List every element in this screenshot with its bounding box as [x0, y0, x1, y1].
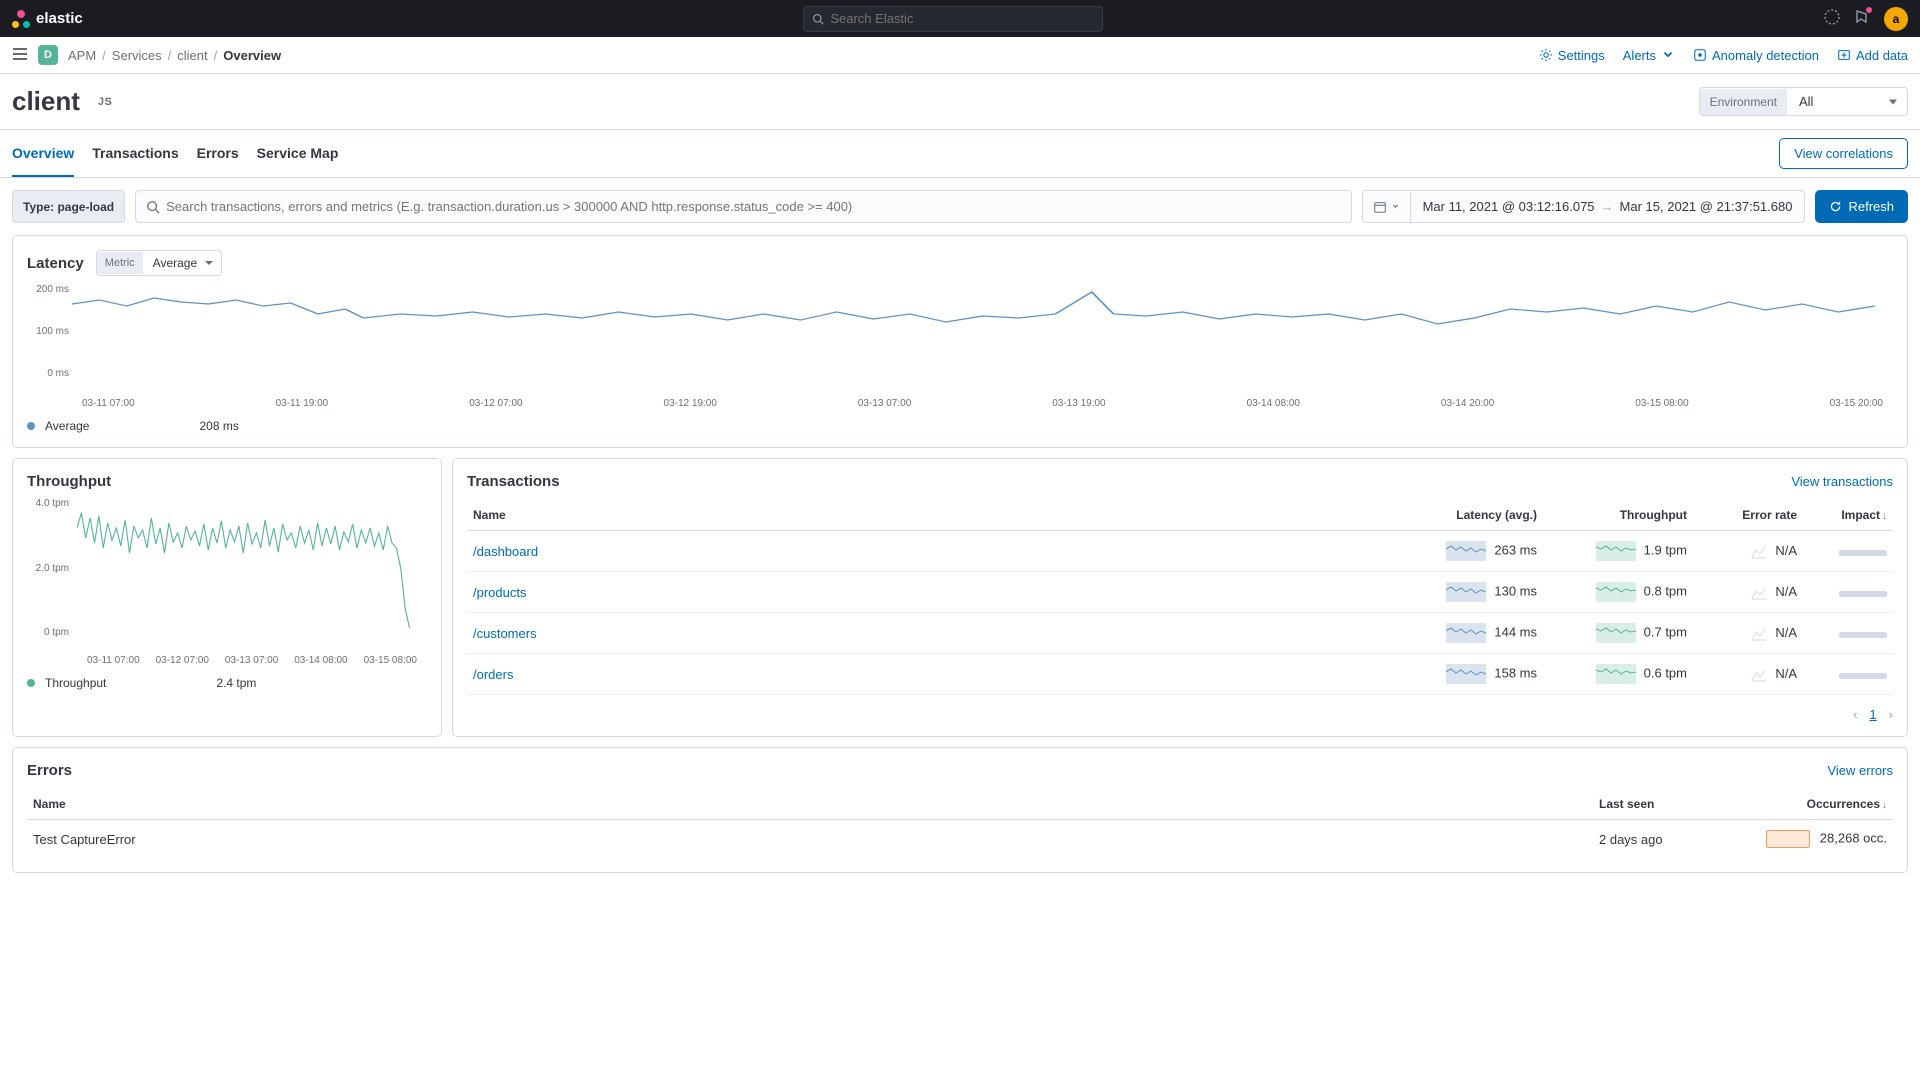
- tabs-row: Overview Transactions Errors Service Map…: [0, 130, 1920, 178]
- sort-desc-icon: ↓: [1882, 800, 1887, 811]
- errors-title: Errors: [27, 762, 72, 779]
- throughput-sparkline: [1596, 664, 1636, 684]
- chevron-down-icon: [1391, 202, 1400, 211]
- page-header: client JS Environment All: [0, 74, 1920, 130]
- latency-chart: 200 ms 100 ms 0 ms: [72, 284, 1893, 394]
- throughput-sparkline: [1596, 623, 1636, 643]
- legend-dot: [27, 679, 35, 687]
- transactions-pagination: ‹ 1 ›: [467, 707, 1893, 722]
- page-number[interactable]: 1: [1869, 707, 1876, 722]
- space-badge[interactable]: D: [38, 45, 58, 65]
- next-page-icon[interactable]: ›: [1889, 707, 1893, 722]
- settings-link[interactable]: Settings: [1539, 48, 1605, 63]
- transaction-link[interactable]: /customers: [473, 626, 537, 641]
- alerts-link[interactable]: Alerts: [1623, 48, 1675, 63]
- env-value: All: [1787, 88, 1907, 115]
- latency-panel: Latency Metric Average 200 ms 100 ms 0 m…: [12, 235, 1908, 448]
- impact-bar: [1839, 550, 1887, 556]
- global-search[interactable]: [803, 6, 1103, 32]
- newsfeed-icon[interactable]: [1854, 9, 1870, 28]
- table-row: /orders 158 ms 0.6 tpm N/A: [467, 654, 1893, 695]
- throughput-legend-label: Throughput: [45, 676, 106, 690]
- date-to: Mar 15, 2021 @ 21:37:51.680: [1620, 199, 1793, 214]
- latency-sparkline: [1446, 664, 1486, 684]
- latency-legend-label: Average: [45, 419, 89, 433]
- breadcrumb-apm[interactable]: APM: [68, 48, 96, 63]
- date-from: Mar 11, 2021 @ 03:12:16.075: [1423, 199, 1595, 214]
- throughput-sparkline: [1596, 582, 1636, 602]
- throughput-panel: Throughput 4.0 tpm 2.0 tpm 0 tpm 03-11 0…: [12, 458, 442, 737]
- view-transactions-link[interactable]: View transactions: [1791, 474, 1893, 489]
- transactions-title: Transactions: [467, 473, 560, 490]
- breadcrumb-current: Overview: [223, 48, 281, 63]
- search-icon: [812, 13, 824, 25]
- agent-badge: JS: [98, 96, 112, 108]
- transaction-link[interactable]: /products: [473, 585, 526, 600]
- breadcrumb-services[interactable]: Services: [112, 48, 162, 63]
- tab-errors[interactable]: Errors: [197, 131, 239, 177]
- env-label: Environment: [1700, 89, 1787, 115]
- filter-type-badge[interactable]: Type: page-load: [12, 190, 125, 223]
- tab-service-map[interactable]: Service Map: [257, 131, 339, 177]
- global-search-input[interactable]: [830, 11, 1094, 26]
- errors-panel: Errors View errors Name Last seen Occurr…: [12, 747, 1908, 873]
- refresh-icon: [1829, 200, 1842, 213]
- tab-transactions[interactable]: Transactions: [92, 131, 178, 177]
- query-input[interactable]: [160, 191, 1340, 222]
- table-row: /products 130 ms 0.8 tpm N/A: [467, 572, 1893, 613]
- help-icon[interactable]: [1824, 9, 1840, 28]
- calendar-icon[interactable]: [1363, 192, 1411, 222]
- query-bar[interactable]: [135, 190, 1351, 223]
- prev-page-icon[interactable]: ‹: [1853, 707, 1857, 722]
- latency-legend-value: 208 ms: [199, 419, 238, 433]
- occurrences-sparkline: [1766, 830, 1810, 848]
- add-data-link[interactable]: Add data: [1837, 48, 1908, 63]
- latency-title: Latency: [27, 255, 84, 272]
- filter-row: Type: page-load Mar 11, 2021 @ 03:12:16.…: [0, 178, 1920, 235]
- date-picker[interactable]: Mar 11, 2021 @ 03:12:16.075 → Mar 15, 20…: [1362, 190, 1806, 223]
- tab-overview[interactable]: Overview: [12, 131, 74, 177]
- transactions-panel: Transactions View transactions Name Late…: [452, 458, 1908, 737]
- impact-bar: [1839, 673, 1887, 679]
- impact-bar: [1839, 591, 1887, 597]
- chevron-down-icon: [1661, 48, 1675, 62]
- throughput-chart: 4.0 tpm 2.0 tpm 0 tpm: [77, 498, 427, 653]
- transaction-link[interactable]: /dashboard: [473, 544, 538, 559]
- global-topbar: elastic a: [0, 0, 1920, 37]
- transaction-link[interactable]: /orders: [473, 667, 513, 682]
- latency-sparkline: [1446, 582, 1486, 602]
- sort-desc-icon: ↓: [1882, 511, 1887, 522]
- app-subbar: D APM/ Services/ client/ Overview Settin…: [0, 37, 1920, 74]
- latency-sparkline: [1446, 623, 1486, 643]
- elastic-logo[interactable]: elastic: [12, 10, 83, 28]
- table-row: /dashboard 263 ms 1.9 tpm N/A: [467, 531, 1893, 572]
- arrow-right-icon: →: [1601, 199, 1614, 214]
- nav-toggle-icon[interactable]: [12, 47, 28, 64]
- throughput-legend-value: 2.4 tpm: [216, 676, 256, 690]
- breadcrumb: APM/ Services/ client/ Overview: [68, 48, 281, 63]
- throughput-title: Throughput: [27, 473, 111, 490]
- table-row: /customers 144 ms 0.7 tpm N/A: [467, 613, 1893, 654]
- transactions-table: Name Latency (avg.) Throughput Error rat…: [467, 500, 1893, 695]
- page-title: client: [12, 86, 80, 117]
- table-row: Test CaptureError 2 days ago 28,268 occ.: [27, 820, 1893, 859]
- latency-metric-selector[interactable]: Metric Average: [96, 250, 222, 276]
- error-link[interactable]: Test CaptureError: [33, 832, 136, 847]
- throughput-sparkline: [1596, 541, 1636, 561]
- latency-sparkline: [1446, 541, 1486, 561]
- anomaly-link[interactable]: Anomaly detection: [1693, 48, 1819, 63]
- view-correlations-button[interactable]: View correlations: [1779, 138, 1908, 169]
- environment-selector[interactable]: Environment All: [1699, 87, 1908, 116]
- refresh-button[interactable]: Refresh: [1815, 190, 1908, 223]
- view-errors-link[interactable]: View errors: [1827, 763, 1893, 778]
- errors-table: Name Last seen Occurrences↓ Test Capture…: [27, 789, 1893, 858]
- user-avatar[interactable]: a: [1884, 7, 1908, 31]
- brand-text: elastic: [36, 10, 83, 27]
- legend-dot: [27, 422, 35, 430]
- impact-bar: [1839, 632, 1887, 638]
- search-icon: [146, 200, 160, 214]
- breadcrumb-client[interactable]: client: [177, 48, 207, 63]
